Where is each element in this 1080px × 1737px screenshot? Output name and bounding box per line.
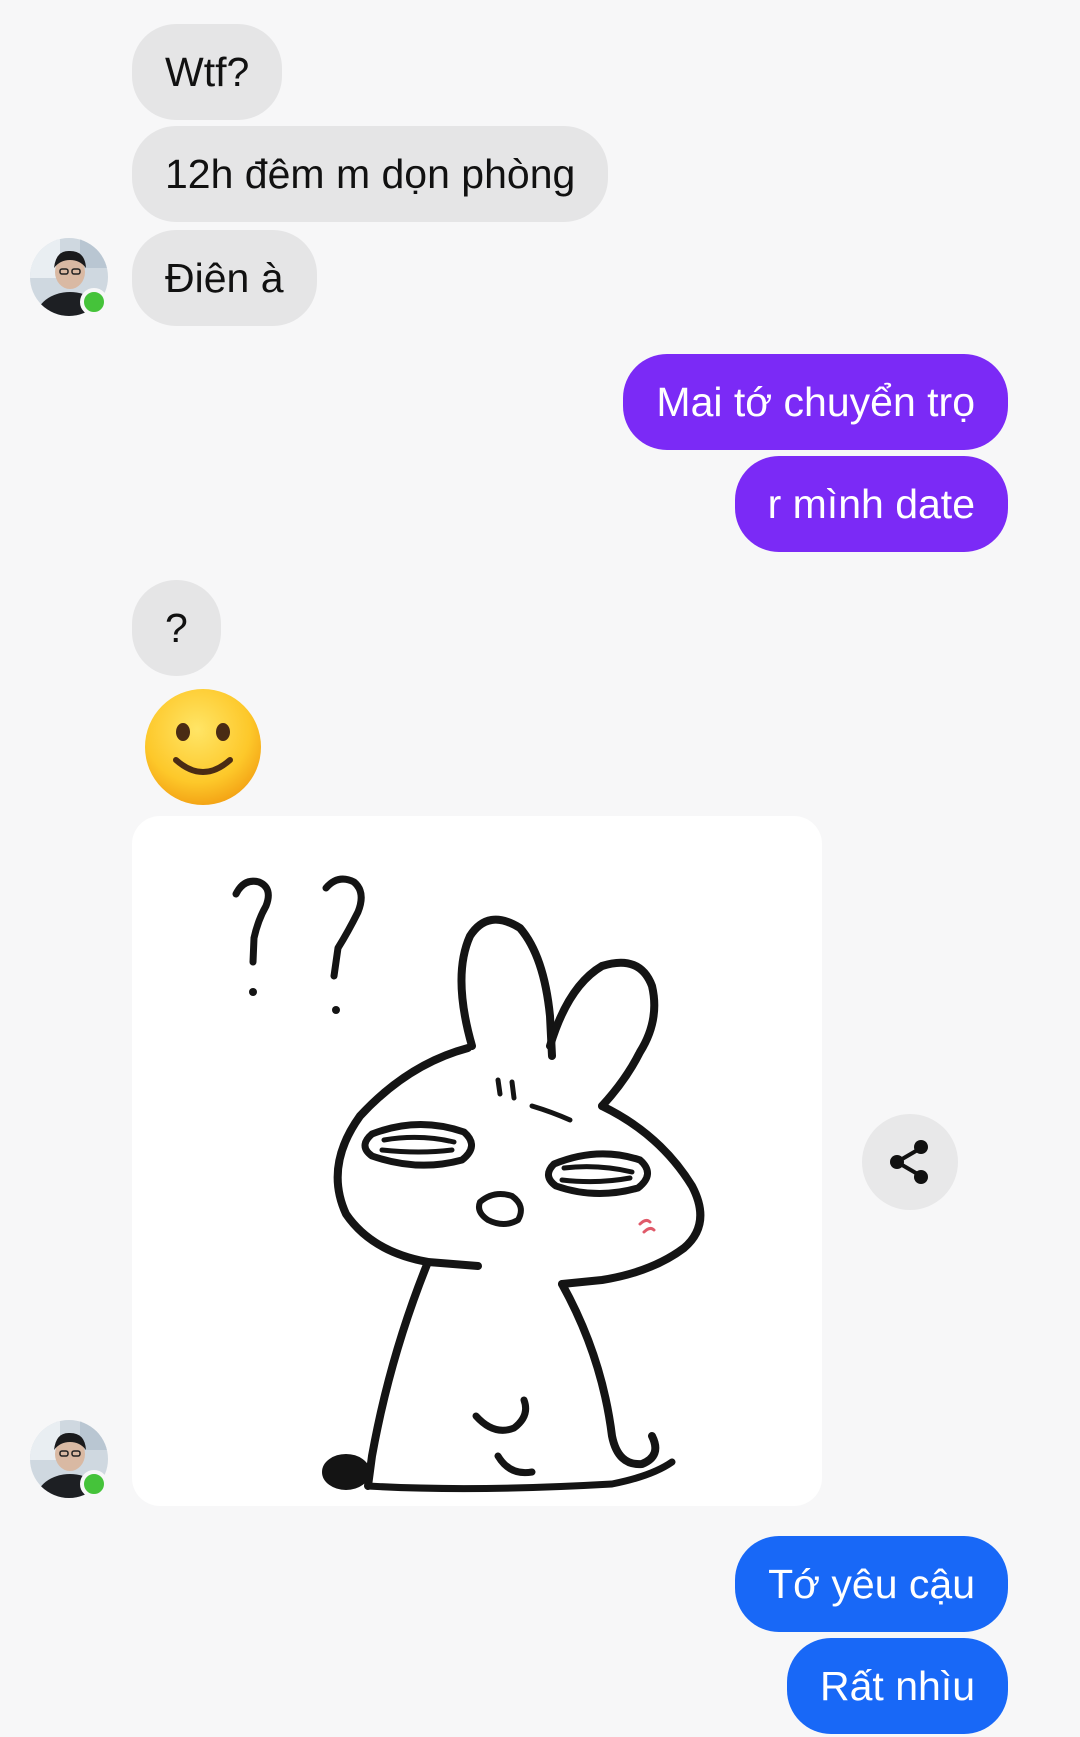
share-button[interactable] xyxy=(862,1114,958,1210)
online-status-indicator xyxy=(80,1470,108,1498)
confused-rabbit-sticker[interactable] xyxy=(132,816,822,1506)
incoming-message[interactable]: ? xyxy=(132,580,221,676)
share-icon xyxy=(890,1140,928,1184)
outgoing-message[interactable]: Mai tớ chuyển trọ xyxy=(623,354,1008,450)
incoming-message[interactable]: 12h đêm m dọn phòng xyxy=(132,126,609,222)
contact-avatar[interactable] xyxy=(30,1420,108,1498)
contact-avatar[interactable] xyxy=(30,238,108,316)
online-status-indicator xyxy=(80,288,108,316)
incoming-message[interactable]: Wtf? xyxy=(132,24,283,120)
outgoing-message[interactable]: Tớ yêu cậu xyxy=(735,1536,1008,1632)
incoming-message[interactable]: Điên à xyxy=(132,230,317,326)
slightly-smiling-face-icon[interactable] xyxy=(142,686,264,808)
outgoing-message[interactable]: r mình date xyxy=(734,456,1008,552)
outgoing-message[interactable]: Rất nhìu xyxy=(787,1638,1008,1734)
